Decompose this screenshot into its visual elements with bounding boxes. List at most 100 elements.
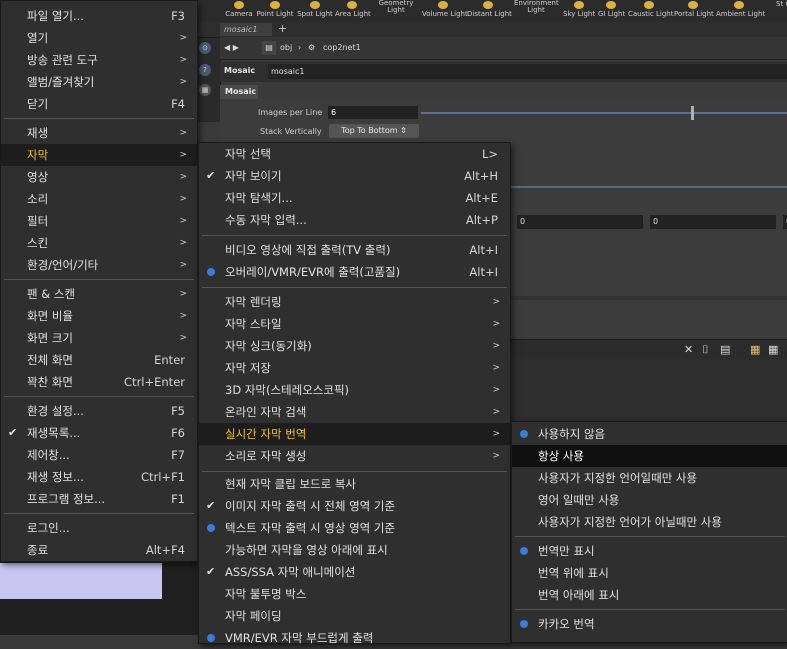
menu-item-subtitle-sync[interactable]: 자막 싱크(동기화) > <box>199 335 510 357</box>
menu-item-pan-scan[interactable]: 팬 & 스캔 > <box>1 283 197 305</box>
menu-item-login[interactable]: 로그인... <box>1 517 197 539</box>
menu-item-playback-info[interactable]: 재생 정보... Ctrl+F1 <box>1 466 197 488</box>
shelf-button-stereo-camera[interactable]: St Ca <box>776 0 787 22</box>
layout-icon[interactable]: ⌷ <box>702 343 709 357</box>
menu-item-subtitle-style[interactable]: 자막 스타일 > <box>199 313 510 335</box>
menu-item-open-file[interactable]: 파일 열기... F3 <box>1 5 197 27</box>
menu-item-label: 항상 사용 <box>538 449 584 463</box>
menu-item-3d-subtitle[interactable]: 3D 자막(스테레오스코픽) > <box>199 379 510 401</box>
menu-item-online-subtitle-search[interactable]: 온라인 자막 검색 > <box>199 401 510 423</box>
menu-item-album-favorites[interactable]: 앨범/즐겨찾기 > <box>1 71 197 93</box>
folder-icon[interactable]: ▤ <box>262 41 276 55</box>
slider-handle[interactable] <box>691 106 694 120</box>
menu-item-kakao-translate[interactable]: 카카오 번역 <box>512 613 787 635</box>
menu-item-show-below-video[interactable]: 가능하면 자막을 영상 아래에 표시 <box>199 539 510 561</box>
menu-item-exit[interactable]: 종료 Alt+F4 <box>1 539 197 561</box>
path-segment-obj[interactable]: obj <box>280 41 292 55</box>
value-field-3[interactable]: 0 <box>783 215 787 229</box>
path-segment-cop2net1[interactable]: cop2net1 <box>323 41 361 55</box>
checkmark-icon: ✔ <box>206 499 216 512</box>
back-arrow-icon[interactable]: ◀ ▶ <box>224 41 239 55</box>
shelf-button-environment-light[interactable]: Environment Light <box>514 0 559 22</box>
menu-item-disabled[interactable]: 사용하지 않음 <box>512 423 787 445</box>
shelf-button-area-light[interactable]: Area Light <box>335 0 371 22</box>
grid-view-icon[interactable]: ▦ <box>750 343 760 356</box>
menu-item-show-above[interactable]: 번역 위에 표시 <box>512 562 787 584</box>
pin-icon[interactable]: ⊙ <box>199 42 211 54</box>
stack-vertically-select[interactable]: Top To Bottom ⇕ <box>329 124 419 138</box>
menu-item-smooth-output[interactable]: VMR/EVR 자막 부드럽게 출력 <box>199 627 510 649</box>
menu-item-overlay-output[interactable]: 오버레이/VMR/EVR에 출력(고품질) Alt+I <box>199 261 510 283</box>
add-tab-button[interactable]: + <box>278 22 288 36</box>
gi-light-icon <box>606 1 616 9</box>
tab-mosaic1[interactable]: mosaic1 <box>220 23 272 36</box>
shelf-button-distant-light[interactable]: Distant Light <box>467 0 512 22</box>
menu-item-control-panel[interactable]: 제어창... F7 <box>1 444 197 466</box>
menu-item-subtitles[interactable]: 자막 > <box>1 144 197 166</box>
menu-item-non-user-language-only[interactable]: 사용자가 지정한 언어가 아닐때만 사용 <box>512 511 787 533</box>
menu-item-copy-to-clipboard[interactable]: 현재 자막 클립 보드로 복사 <box>199 473 510 495</box>
menu-item-opaque-box[interactable]: 자막 불투명 박스 <box>199 583 510 605</box>
menu-item-filter[interactable]: 필터 > <box>1 210 197 232</box>
volume-light-icon <box>438 1 448 9</box>
pane-divider[interactable] <box>510 296 787 300</box>
menu-item-open[interactable]: 열기 > <box>1 27 197 49</box>
parm-slider[interactable] <box>510 186 787 188</box>
shelf-button-caustic-light[interactable]: Caustic Light <box>628 0 674 22</box>
menu-item-skin[interactable]: 스킨 > <box>1 232 197 254</box>
menu-item-always-use[interactable]: 항상 사용 <box>512 445 787 467</box>
menu-item-generate-from-audio[interactable]: 소리로 자막 생성 > <box>199 445 510 467</box>
menu-item-show-below[interactable]: 번역 아래에 표시 <box>512 584 787 606</box>
menu-item-playback[interactable]: 재생 > <box>1 122 197 144</box>
menu-item-audio[interactable]: 소리 > <box>1 188 197 210</box>
menu-item-image-full-area[interactable]: ✔ 이미지 자막 출력 시 전체 영역 기준 <box>199 495 510 517</box>
menu-item-ass-animation[interactable]: ✔ ASS/SSA 자막 애니메이션 <box>199 561 510 583</box>
menu-item-realtime-translation[interactable]: 실시간 자막 번역 > <box>199 423 510 445</box>
menu-item-screen-size[interactable]: 화면 크기 > <box>1 327 197 349</box>
menu-item-fill-screen[interactable]: 꽉찬 화면 Ctrl+Enter <box>1 371 197 393</box>
menu-item-subtitle-explorer[interactable]: 자막 탐색기... Alt+E <box>199 187 510 209</box>
menu-item-user-language-only[interactable]: 사용자가 지정한 언어일때만 사용 <box>512 467 787 489</box>
tab-mosaic[interactable]: Mosaic <box>220 85 258 99</box>
images-per-line-field[interactable]: 6 <box>328 106 418 119</box>
shelf-button-spot-light[interactable]: Spot Light <box>297 0 333 22</box>
value-field-1[interactable]: 0 <box>517 215 643 229</box>
menu-item-aspect-ratio[interactable]: 화면 비율 > <box>1 305 197 327</box>
shelf-button-sky-light[interactable]: Sky Light <box>563 0 595 22</box>
images-per-line-slider[interactable] <box>421 112 787 114</box>
tools-icon[interactable]: ✕ <box>684 343 693 356</box>
menu-item-playlist[interactable]: ✔ 재생목록... F6 <box>1 422 197 444</box>
tile-view-icon[interactable]: ▦ <box>768 343 778 356</box>
shelf-button-point-light[interactable]: Point Light <box>256 0 294 22</box>
menu-item-translation-only[interactable]: 번역만 표시 <box>512 540 787 562</box>
grid-icon[interactable]: ▦ <box>199 84 211 96</box>
menu-item-subtitle-fading[interactable]: 자막 페이딩 <box>199 605 510 627</box>
menu-item-preferences[interactable]: 환경 설정... F5 <box>1 400 197 422</box>
menu-item-save-subtitle[interactable]: 자막 저장 > <box>199 357 510 379</box>
help-icon[interactable]: ? <box>199 64 211 76</box>
subtitle-submenu: 자막 선택 L> ✔ 자막 보이기 Alt+H 자막 탐색기... Alt+E 수동 자… <box>198 142 511 645</box>
shelf-button-ambient-light[interactable]: Ambient Light <box>716 0 765 22</box>
menu-item-broadcast-tools[interactable]: 방송 관련 도구 > <box>1 49 197 71</box>
value-field-2[interactable]: 0 <box>650 215 776 229</box>
menu-item-show-subtitles[interactable]: ✔ 자막 보이기 Alt+H <box>199 165 510 187</box>
menu-item-select-subtitle[interactable]: 자막 선택 L> <box>199 143 510 165</box>
menu-item-text-video-area[interactable]: 텍스트 자막 출력 시 영상 영역 기준 <box>199 517 510 539</box>
menu-item-video[interactable]: 영상 > <box>1 166 197 188</box>
menu-item-manual-subtitle-input[interactable]: 수동 자막 입력... Alt+P <box>199 209 510 231</box>
list-icon[interactable]: ▤ <box>720 343 730 356</box>
menu-item-direct-video-output[interactable]: 비디오 영상에 직접 출력(TV 출력) Alt+I <box>199 239 510 261</box>
menu-item-close[interactable]: 닫기 F4 <box>1 93 197 115</box>
menu-item-program-info[interactable]: 프로그램 정보... F1 <box>1 488 197 510</box>
menu-item-english-only[interactable]: 영어 일때만 사용 <box>512 489 787 511</box>
menu-item-subtitle-rendering[interactable]: 자막 렌더링 > <box>199 291 510 313</box>
menu-item-environment-language[interactable]: 환경/언어/기타 > <box>1 254 197 276</box>
shelf-button-geometry-light[interactable]: Geometry Light <box>374 0 418 22</box>
menu-separator <box>4 279 194 280</box>
shelf-button-volume-light[interactable]: Volume Light <box>422 0 468 22</box>
shelf-button-camera[interactable]: Camera <box>224 0 254 22</box>
node-name-field[interactable]: mosaic1 <box>268 64 787 79</box>
shelf-button-gi-light[interactable]: GI Light <box>598 0 625 22</box>
menu-item-fullscreen[interactable]: 전체 화면 Enter <box>1 349 197 371</box>
shelf-button-portal-light[interactable]: Portal Light <box>674 0 714 22</box>
